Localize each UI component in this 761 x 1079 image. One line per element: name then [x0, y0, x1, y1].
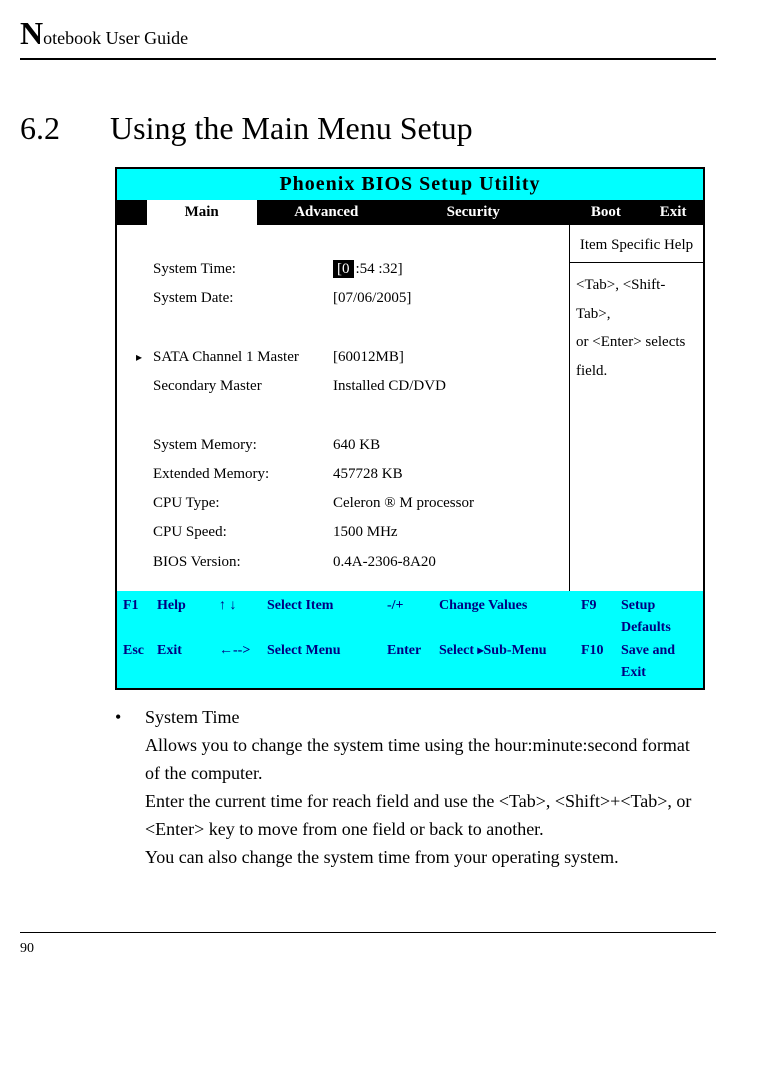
tab-advanced[interactable]: Advanced	[257, 200, 397, 225]
label-bios-version: BIOS Version:	[153, 548, 333, 577]
label-sata-channel[interactable]: SATA Channel 1 Master	[153, 343, 333, 372]
page-footer: 90	[20, 932, 716, 957]
footer-key: Enter	[387, 640, 439, 685]
help-body: <Tab>, <Shift-Tab>, or <Enter> selects f…	[570, 263, 703, 393]
page-header: Notebook User Guide	[20, 15, 716, 60]
help-title: Item Specific Help	[570, 225, 703, 263]
footer-label: Change Values	[439, 595, 581, 640]
footer-label: Help	[157, 595, 219, 640]
label-system-date: System Date:	[153, 284, 333, 313]
value-bios-version: 0.4A-2306-8A20	[333, 548, 561, 577]
time-rest: :54 :32]	[356, 261, 403, 277]
footer-key: -/+	[387, 595, 439, 640]
footer-key: Esc	[123, 640, 157, 685]
value-cpu-speed: 1500 MHz	[333, 518, 561, 547]
label-system-time: System Time:	[153, 255, 333, 284]
footer-key: F10	[581, 640, 621, 685]
bullet-icon: •	[115, 704, 145, 871]
footer-key: ←-->	[219, 640, 267, 685]
page-number: 90	[20, 941, 34, 956]
value-secondary-master: Installed CD/DVD	[333, 372, 561, 401]
value-system-date[interactable]: [07/06/2005]	[333, 284, 561, 313]
paragraph: You can also change the system time from…	[145, 844, 705, 872]
label-cpu-type: CPU Type:	[153, 489, 333, 518]
paragraph: Enter the current time for reach field a…	[145, 788, 705, 844]
bios-menubar: Main Advanced Security Boot Exit	[117, 200, 703, 225]
footer-label: Select Menu	[267, 640, 387, 685]
section-heading: 6.2 Using the Main Menu Setup	[20, 110, 716, 147]
footer-key: ↑ ↓	[219, 595, 267, 640]
bullet-title: System Time	[145, 704, 705, 732]
label-secondary-master: Secondary Master	[153, 372, 333, 401]
bios-help-panel: Item Specific Help <Tab>, <Shift-Tab>, o…	[569, 225, 703, 591]
menubar-spacer	[117, 200, 147, 225]
bios-panel: Phoenix BIOS Setup Utility Main Advanced…	[115, 167, 705, 690]
bios-footer: F1 Help ↑ ↓ Select Item -/+ Change Value…	[117, 591, 703, 689]
footer-label: Setup Defaults	[621, 595, 697, 640]
footer-submenu-text: Sub-Menu	[484, 643, 547, 658]
section-title: Using the Main Menu Setup	[110, 110, 473, 147]
header-initial: N	[20, 15, 43, 51]
header-rest: otebook User Guide	[43, 28, 188, 48]
value-sata-channel: [60012MB]	[333, 343, 561, 372]
value-extended-memory: 457728 KB	[333, 460, 561, 489]
paragraph: Allows you to change the system time usi…	[145, 732, 705, 788]
menubar-spacer	[551, 200, 569, 225]
footer-select-text: Select	[439, 643, 477, 658]
tab-main[interactable]: Main	[147, 200, 257, 225]
time-hour-field[interactable]: [0	[333, 260, 354, 278]
section-number: 6.2	[20, 110, 110, 147]
tab-boot[interactable]: Boot	[568, 200, 643, 225]
tab-exit[interactable]: Exit	[643, 200, 703, 225]
submenu-arrow-icon	[125, 343, 153, 372]
footer-label: Exit	[157, 640, 219, 685]
footer-label: Save and Exit	[621, 640, 697, 685]
footer-key: F1	[123, 595, 157, 640]
label-cpu-speed: CPU Speed:	[153, 518, 333, 547]
label-extended-memory: Extended Memory:	[153, 460, 333, 489]
help-line: or <Enter> selects	[576, 328, 697, 357]
footer-key: F9	[581, 595, 621, 640]
value-system-time[interactable]: [0:54 :32]	[333, 255, 561, 284]
help-line: <Tab>, <Shift-Tab>,	[576, 271, 697, 328]
label-system-memory: System Memory:	[153, 431, 333, 460]
footer-label: Select Item	[267, 595, 387, 640]
body-text: • System Time Allows you to change the s…	[115, 704, 705, 871]
footer-label: Select Sub-Menu	[439, 640, 581, 685]
bios-main-area: System Time: [0:54 :32] System Date: [07…	[117, 225, 569, 591]
value-system-memory: 640 KB	[333, 431, 561, 460]
bios-title: Phoenix BIOS Setup Utility	[117, 169, 703, 200]
tab-security[interactable]: Security	[396, 200, 550, 225]
value-cpu-type: Celeron ® M processor	[333, 489, 561, 518]
help-line: field.	[576, 357, 697, 386]
